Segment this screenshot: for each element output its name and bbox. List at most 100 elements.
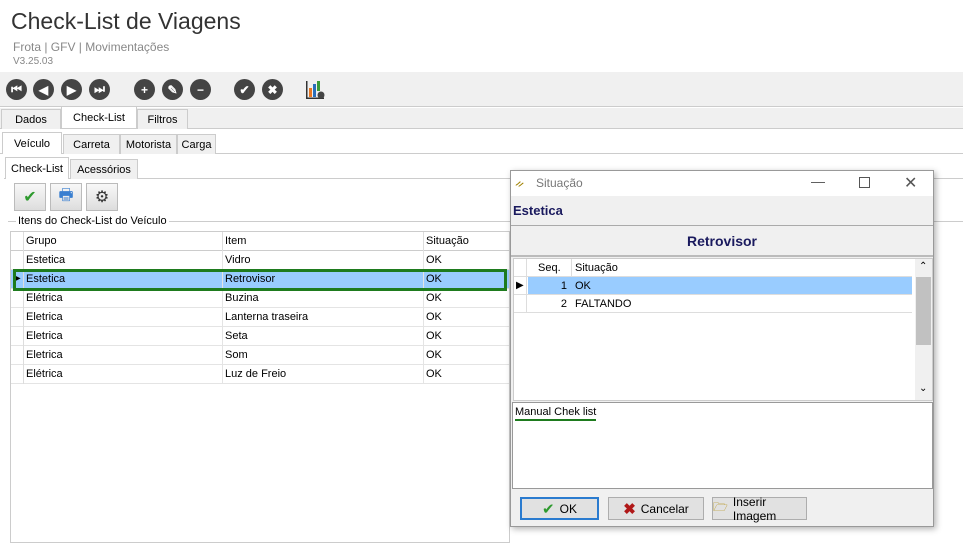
group-header: Estetica [511,196,933,226]
double-check-icon: ✔ [23,189,37,206]
toolbar: ⏮ ◀ ▶ ⏭ + ✎ − ✔ ✖ [0,72,963,107]
settings-button[interactable]: ⚙ [86,183,118,211]
confirm-icon: ✔ [239,82,250,97]
row-indicator [11,346,24,365]
cell-situacao: OK [426,330,442,342]
tab-carga[interactable]: Carga [177,134,216,154]
row-pointer-icon: ▶ [514,277,527,295]
edit-button[interactable]: ✎ [162,79,183,100]
tab-check-list[interactable]: Check-List [61,106,137,128]
col-seq[interactable]: Seq. [538,262,561,274]
first-icon: ⏮ [11,82,22,96]
tab-motorista[interactable]: Motorista [120,134,177,154]
edit-icon: ✎ [167,82,178,97]
memo-text: Manual Chek list [515,406,597,421]
prev-icon: ◀ [38,82,49,97]
col-item[interactable]: Item [225,235,246,247]
table-row[interactable]: Eletrica Lanterna traseira OK [11,308,509,327]
item-header: Retrovisor [511,227,933,257]
cell-item: Vidro [225,254,251,266]
page-title: Check-List de Viagens [11,8,241,34]
ok-button[interactable]: ✔ OK [520,497,599,520]
selected-row-highlight [13,269,507,291]
last-record-button[interactable]: ⏭ [89,79,110,100]
cell-situacao: OK [426,254,442,266]
x-icon: ✖ [623,500,636,518]
cancel-button[interactable]: ✖ [262,79,283,100]
scroll-down-icon[interactable]: ⌄ [919,383,927,394]
cell-situacao: OK [426,311,442,323]
cell-grupo: Eletrica [26,349,63,361]
table-row[interactable]: Elétrica Buzina OK [11,289,509,308]
table-row[interactable]: Elétrica Luz de Freio OK [11,365,509,384]
printer-icon: 🖶 [58,186,74,204]
row-indicator [11,365,24,384]
minimize-button[interactable]: — [811,173,825,189]
row-indicator [11,308,24,327]
vertical-scrollbar[interactable]: ⌃ ⌄ [915,259,932,400]
situacao-dialog: ᨀ Situação — ✕ Estetica Retrovisor Seq. … [510,170,934,527]
cell-item: Luz de Freio [225,368,287,380]
app-logo-icon: ᨀ [515,176,525,190]
col-situacao[interactable]: Situação [575,262,618,274]
cell-item: Lanterna traseira [225,311,309,323]
tab-checklist-inner[interactable]: Check-List [5,157,69,179]
remove-button[interactable]: − [190,79,211,100]
remove-icon: − [196,82,204,97]
situacao-grid: Seq. Situação ▶ 1 OK 2 FALTANDO ⌃ ⌄ [513,258,933,401]
inserir-imagem-button[interactable]: 🗁 Inserir Imagem [712,495,807,523]
cell-grupo: Eletrica [26,311,63,323]
dialog-title: Situação [536,176,583,190]
group-label: Itens do Check-List do Veículo [16,215,169,227]
row-indicator [11,289,24,308]
cell-item: Som [225,349,248,361]
col-grupo[interactable]: Grupo [26,235,57,247]
situacao-row[interactable]: ▶ 1 OK [514,277,912,295]
cell-grupo: Estetica [26,254,66,266]
cancelar-button[interactable]: ✖ Cancelar [608,497,704,520]
cell-situacao: OK [426,368,442,380]
last-icon: ⏭ [94,82,105,96]
close-button[interactable]: ✕ [904,173,917,193]
cancel-icon: ✖ [267,82,278,97]
checklist-grid: Grupo Item Situação Estetica Vidro OK ▶ Este… [10,231,510,543]
check-all-button[interactable]: ✔ [14,183,46,211]
confirm-button[interactable]: ✔ [234,79,255,100]
print-button[interactable]: 🖶 [50,183,82,211]
tab-dados[interactable]: Dados [1,109,61,129]
check-icon: ✔ [542,500,555,518]
folder-icon: 🗁 [713,500,728,514]
cell-situacao: OK [426,349,442,361]
situacao-row[interactable]: 2 FALTANDO [514,295,912,313]
memo-field[interactable]: Manual Chek list [512,402,933,489]
col-situacao[interactable]: Situação [426,235,469,247]
previous-record-button[interactable]: ◀ [33,79,54,100]
table-row[interactable]: Eletrica Som OK [11,346,509,365]
report-chart-button[interactable] [304,79,326,101]
add-button[interactable]: + [134,79,155,100]
first-record-button[interactable]: ⏮ [6,79,27,100]
tab-filtros[interactable]: Filtros [137,109,188,129]
sub-tabs: Veículo Carreta Motorista Carga [0,132,963,154]
add-icon: + [140,82,148,97]
table-row[interactable]: Eletrica Seta OK [11,327,509,346]
cell-grupo: Elétrica [26,368,63,380]
cell-item: Seta [225,330,248,342]
cell-grupo: Elétrica [26,292,63,304]
breadcrumb: Frota | GFV | Movimentações [13,40,170,54]
next-record-button[interactable]: ▶ [61,79,82,100]
version-label: V3.25.03 [13,56,54,67]
cell-item: Buzina [225,292,259,304]
cell-grupo: Eletrica [26,330,63,342]
table-row[interactable]: Estetica Vidro OK [11,251,509,270]
tab-veiculo[interactable]: Veículo [2,132,62,154]
row-indicator [11,327,24,346]
maximize-button[interactable] [859,177,870,188]
tab-acessorios[interactable]: Acessórios [70,159,138,179]
cell-situacao: OK [426,292,442,304]
scroll-up-icon[interactable]: ⌃ [919,261,927,272]
tab-carreta[interactable]: Carreta [63,134,120,154]
bar-chart-icon [306,81,325,99]
dialog-titlebar: ᨀ Situação — ✕ [511,171,933,196]
scroll-thumb[interactable] [916,277,931,345]
